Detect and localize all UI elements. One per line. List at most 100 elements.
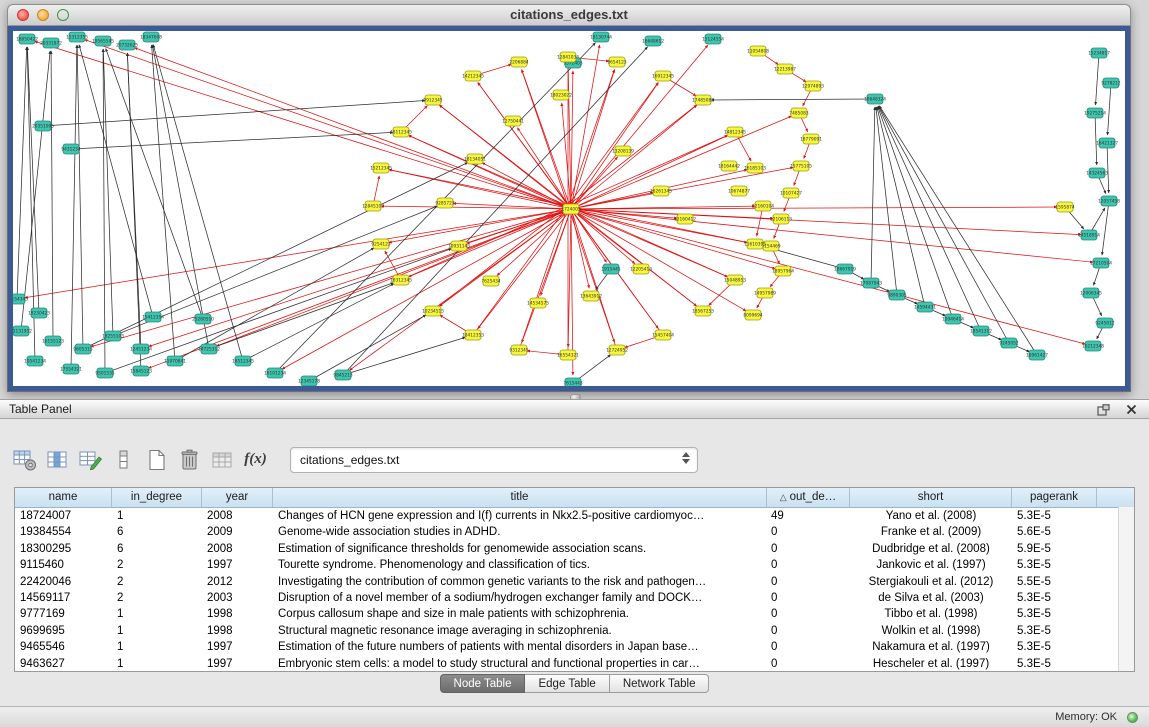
network-node[interactable]: 15457404 — [652, 330, 674, 340]
network-node[interactable]: 14324563 — [1086, 168, 1108, 178]
network-node[interactable]: 14725312 — [198, 344, 220, 354]
network-node[interactable]: 9285723 — [435, 198, 454, 208]
network-node[interactable]: 17554321 — [60, 364, 82, 374]
network-node[interactable]: 11970841 — [164, 356, 186, 366]
table-row[interactable]: 946362711997Embryonic stem cells: a mode… — [15, 656, 1134, 672]
network-node[interactable]: 17485083 — [692, 95, 714, 105]
table-options-button[interactable] — [12, 446, 37, 473]
network-node[interactable]: 13208139 — [612, 146, 634, 156]
network-node[interactable]: 18255103 — [102, 331, 124, 341]
network-node[interactable]: 18957964 — [772, 266, 794, 276]
network-node[interactable]: 16961427 — [1026, 350, 1048, 360]
column-header-out-degree[interactable]: △out_de… — [767, 488, 850, 507]
network-node[interactable]: 12750441 — [502, 116, 524, 126]
network-node[interactable]: 12213987 — [774, 64, 796, 74]
network-node[interactable]: 9312345 — [509, 345, 528, 355]
column-visibility-button[interactable] — [45, 446, 70, 473]
network-node[interactable]: 16261345 — [650, 186, 672, 196]
close-panel-icon[interactable] — [1123, 402, 1139, 417]
network-node[interactable]: 12106113 — [770, 214, 792, 224]
network-node[interactable]: 10674877 — [728, 186, 750, 196]
network-node[interactable]: 9254123 — [371, 239, 390, 249]
network-node[interactable]: 25260510 — [192, 314, 214, 324]
network-node[interactable]: 8099694 — [743, 310, 762, 320]
network-node[interactable]: 9845213 — [333, 370, 352, 380]
window-titlebar[interactable]: citations_edges.txt — [7, 4, 1131, 26]
network-node[interactable]: 9654123 — [607, 57, 626, 67]
table-row[interactable]: 977716911998Corpus callosum shape and si… — [15, 606, 1134, 622]
network-node[interactable]: 15775105 — [790, 161, 812, 171]
network-node[interactable]: 16421327 — [1096, 138, 1118, 148]
network-node[interactable]: 19565545 — [92, 36, 114, 46]
delete-column-button[interactable] — [177, 446, 202, 473]
network-node[interactable]: 10234515 — [422, 306, 444, 316]
column-header-name[interactable]: name — [15, 488, 112, 507]
network-node[interactable]: 20351095 — [32, 121, 54, 131]
network-node[interactable]: 20732625 — [116, 40, 138, 50]
network-node[interactable]: 19275214 — [1084, 108, 1106, 118]
tab-network-table[interactable]: Network Table — [610, 674, 710, 693]
network-node[interactable]: 9431234 — [61, 144, 80, 154]
network-node[interactable]: 12160412 — [674, 214, 696, 224]
network-node[interactable]: 14534575 — [527, 298, 549, 308]
table-row[interactable]: 1830029562008Estimation of significance … — [15, 541, 1134, 557]
column-header-title[interactable]: title — [273, 488, 767, 507]
network-node[interactable]: 14812345 — [724, 127, 746, 137]
network-node[interactable]: 12205413 — [630, 264, 652, 274]
network-node[interactable]: 9605315 — [73, 344, 92, 354]
network-node[interactable]: 18512345 — [232, 356, 254, 366]
network-node[interactable]: 1724005 — [561, 204, 580, 214]
network-node[interactable]: 13643912 — [580, 291, 602, 301]
table-selector-dropdown[interactable]: citations_edges.txt — [290, 447, 698, 473]
network-node[interactable]: 2206884 — [509, 57, 528, 67]
network-node[interactable]: 18567253 — [692, 306, 714, 316]
network-node[interactable]: 9245012 — [1095, 318, 1114, 328]
network-node[interactable]: 11131952 — [13, 326, 32, 336]
network-node[interactable]: 16185103 — [744, 163, 766, 173]
column-key-button[interactable] — [111, 446, 136, 473]
function-builder-button[interactable]: f(x) — [243, 446, 268, 473]
tab-edge-table[interactable]: Edge Table — [525, 674, 609, 693]
network-node[interactable]: 15845123 — [130, 366, 152, 376]
table-row[interactable]: 2242004622012Investigating the contribut… — [15, 574, 1134, 590]
network-node[interactable]: 15412354 — [142, 312, 164, 322]
network-node[interactable]: 16212348 — [1082, 341, 1104, 351]
column-header-pagerank[interactable]: pagerank — [1012, 488, 1097, 507]
network-node[interactable]: 15124554 — [702, 34, 724, 44]
new-file-button[interactable] — [144, 446, 169, 473]
float-panel-icon[interactable] — [1095, 402, 1111, 417]
network-node[interactable]: 14594431 — [914, 302, 936, 312]
table-row[interactable]: 946554611997Estimation of the future num… — [15, 639, 1134, 655]
network-node[interactable]: 12724952 — [606, 345, 628, 355]
network-node[interactable]: 18412353 — [462, 330, 484, 340]
table-row[interactable]: 911546021997Tourette syndrome. Phenomeno… — [15, 557, 1134, 573]
network-node[interactable]: 18667919 — [834, 264, 856, 274]
table-row[interactable]: 1872400712008Changes of HCN gene express… — [15, 508, 1134, 524]
network-node[interactable]: 18650422 — [16, 34, 38, 44]
network-node[interactable]: 18112345 — [390, 127, 412, 137]
table-vertical-scrollbar[interactable] — [1118, 507, 1134, 671]
network-node[interactable]: 15312355 — [66, 32, 88, 42]
network-node[interactable]: 9890305 — [887, 290, 906, 300]
network-node[interactable]: 9912345 — [423, 95, 442, 105]
edit-table-button[interactable] — [78, 446, 103, 473]
network-node[interactable]: 10946414 — [942, 314, 964, 324]
network-node[interactable]: 12345178 — [298, 376, 320, 386]
network-node[interactable]: 7625434 — [481, 276, 500, 286]
network-node[interactable]: 16554321 — [557, 350, 579, 360]
import-table-button[interactable] — [210, 446, 235, 473]
network-node[interactable]: 11610395 — [744, 239, 766, 249]
network-node[interactable]: 20331872 — [40, 38, 62, 48]
zoom-window-button[interactable] — [57, 9, 69, 21]
network-node[interactable]: 18164442 — [718, 161, 740, 171]
tab-node-table[interactable]: Node Table — [440, 674, 526, 693]
network-node[interactable]: 16912345 — [652, 71, 674, 81]
network-node[interactable]: 16648612 — [642, 36, 664, 46]
network-node[interactable]: 18541312 — [970, 326, 992, 336]
network-node[interactable]: 9278212 — [1101, 78, 1120, 88]
network-node[interactable]: 12057458 — [1098, 196, 1120, 206]
network-node[interactable]: 12451234 — [130, 344, 152, 354]
table-row[interactable]: 969969511998Structural magnetic resonanc… — [15, 623, 1134, 639]
network-node[interactable]: 18230423 — [28, 308, 50, 318]
network-canvas[interactable]: 1865042220331872 15312355 1956554520732625… — [13, 31, 1125, 386]
